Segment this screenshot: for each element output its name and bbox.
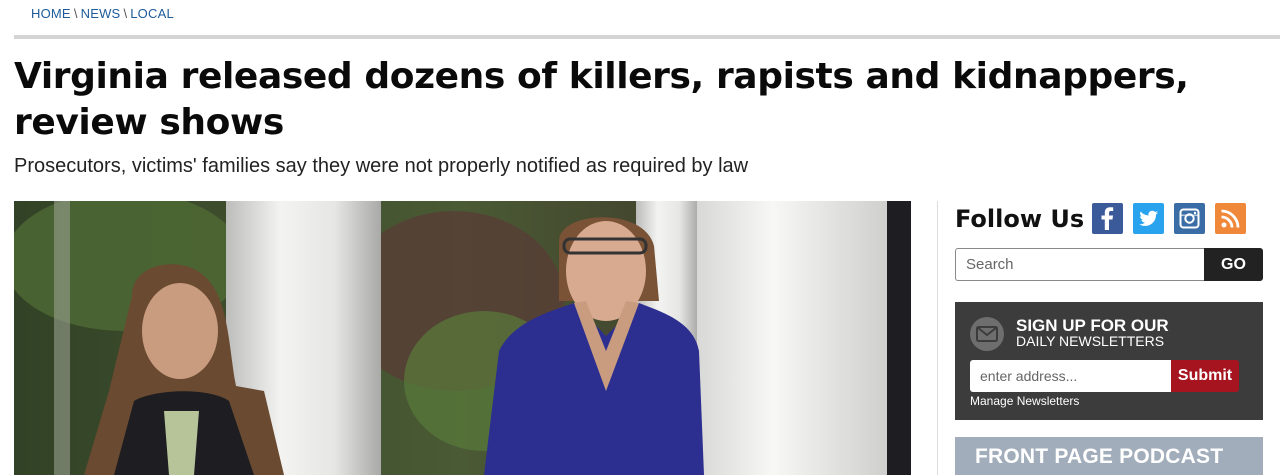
breadcrumb-separator: \ [123, 6, 128, 21]
newsletter-subtitle: DAILY NEWSLETTERS [1016, 333, 1165, 349]
breadcrumb-local-link[interactable]: LOCAL [130, 6, 174, 21]
sidebar-divider [937, 201, 938, 475]
search-input[interactable] [955, 248, 1204, 281]
instagram-icon[interactable] [1174, 203, 1206, 234]
twitter-icon[interactable] [1133, 203, 1165, 234]
newsletter-email-input[interactable] [970, 360, 1171, 392]
envelope-icon [970, 317, 1004, 351]
newsletter-submit-button[interactable]: Submit [1171, 360, 1239, 392]
article-hero-photo[interactable] [14, 201, 911, 475]
breadcrumb-separator: \ [73, 6, 78, 21]
follow-us-label: Follow Us [955, 204, 1085, 233]
podcast-title: FRONT PAGE PODCAST [975, 445, 1224, 468]
article-headline: Virginia released dozens of killers, rap… [14, 56, 1189, 143]
follow-us-bar: Follow Us [955, 203, 1247, 234]
article-subheadline: Prosecutors, victims' families say they … [14, 155, 749, 177]
breadcrumb-news-link[interactable]: NEWS [81, 6, 121, 21]
facebook-icon[interactable] [1092, 203, 1124, 234]
search-form: GO [955, 248, 1263, 281]
breadcrumb: HOME \ NEWS \ LOCAL [31, 6, 174, 21]
rss-icon[interactable] [1215, 203, 1247, 234]
manage-newsletters-link[interactable]: Manage Newsletters [970, 394, 1079, 408]
newsletter-form: Submit [970, 360, 1239, 392]
newsletter-signup-box: SIGN UP FOR OUR DAILY NEWSLETTERS Submit… [955, 302, 1263, 420]
front-page-podcast-banner[interactable]: FRONT PAGE PODCAST [955, 437, 1263, 475]
search-go-button[interactable]: GO [1204, 248, 1263, 281]
breadcrumb-home-link[interactable]: HOME [31, 6, 71, 21]
header-divider [14, 35, 1280, 39]
hero-photo-illustration [14, 201, 911, 475]
